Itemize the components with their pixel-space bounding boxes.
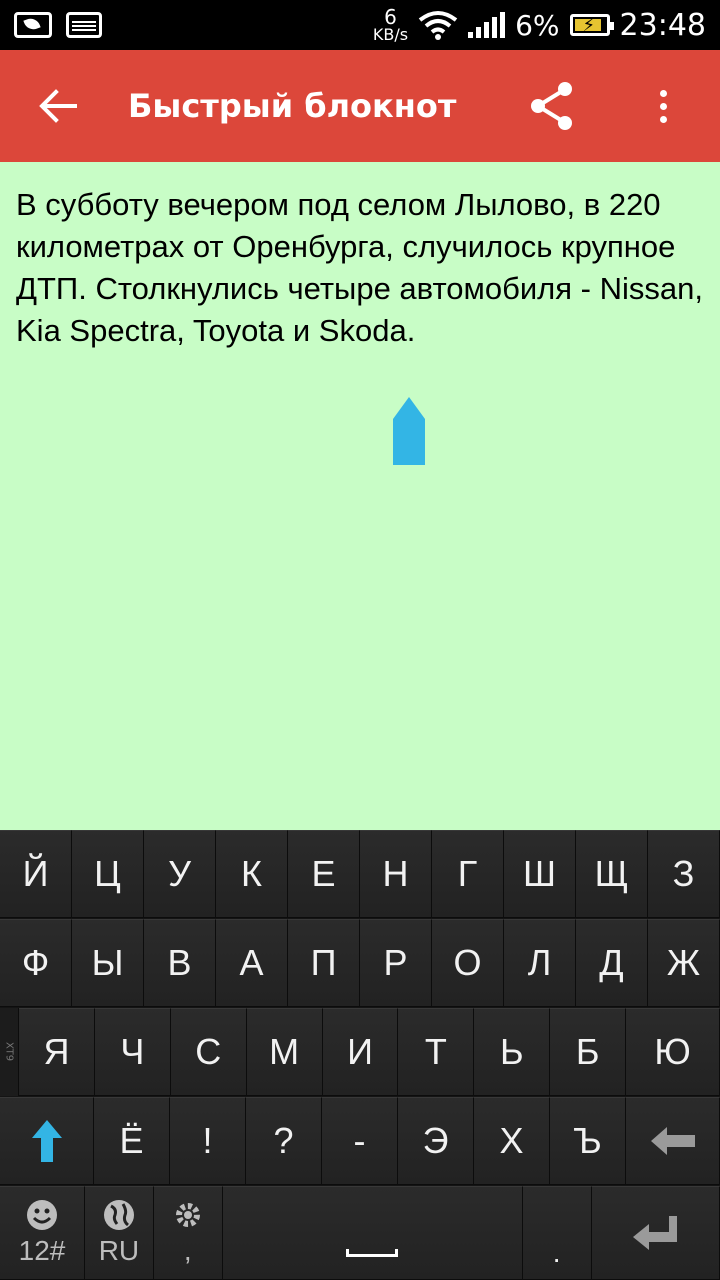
status-bar: 6 KB/s 6% ⚡ 23:48	[0, 0, 720, 50]
key[interactable]: Г	[432, 830, 504, 918]
battery-charging-icon: ⚡	[569, 14, 614, 36]
overflow-menu-button[interactable]	[638, 74, 688, 138]
key[interactable]: П	[288, 919, 360, 1007]
key[interactable]: Ж	[648, 919, 720, 1007]
network-speed-unit: KB/s	[372, 25, 409, 44]
period-key[interactable]: .	[522, 1186, 592, 1280]
clock: 23:48	[619, 7, 706, 43]
backspace-arrow-icon	[650, 1127, 695, 1155]
keyboard-row-1: Й Ц У К Е Н Г Ш Щ З	[0, 830, 720, 918]
key[interactable]: Т	[398, 1008, 475, 1096]
key[interactable]: Я	[19, 1008, 95, 1096]
key[interactable]: Ф	[0, 919, 72, 1007]
key[interactable]: Ё	[94, 1097, 170, 1185]
key[interactable]: Б	[550, 1008, 627, 1096]
key[interactable]: !	[170, 1097, 246, 1185]
note-text-area[interactable]: В субботу вечером под селом Лылово, в 22…	[0, 162, 720, 830]
language-key-label: RU	[98, 1235, 140, 1266]
keyboard-row-5: 12# RU , .	[0, 1186, 720, 1280]
signal-icon	[468, 12, 506, 38]
key[interactable]: Ъ	[550, 1097, 626, 1185]
network-speed-value: 6	[384, 5, 397, 29]
key[interactable]: И	[322, 1008, 399, 1096]
key[interactable]: Ч	[94, 1008, 171, 1096]
key[interactable]: К	[216, 830, 288, 918]
key[interactable]: Е	[288, 830, 360, 918]
numbers-key[interactable]: 12#	[0, 1186, 86, 1280]
key[interactable]: С	[170, 1008, 247, 1096]
back-button[interactable]	[28, 74, 88, 138]
battery-percent: 6%	[515, 8, 560, 42]
key[interactable]: У	[144, 830, 216, 918]
soft-keyboard: Й Ц У К Е Н Г Ш Щ З Ф Ы В А П Р О Л Д Ж …	[0, 830, 720, 1280]
space-icon	[346, 1249, 399, 1257]
comma-label: ,	[183, 1235, 192, 1266]
space-key[interactable]	[222, 1186, 523, 1280]
globe-icon	[103, 1200, 134, 1230]
language-key[interactable]: RU	[85, 1186, 154, 1280]
key[interactable]: А	[216, 919, 288, 1007]
keyboard-row-2: Ф Ы В А П Р О Л Д Ж	[0, 919, 720, 1007]
keyboard-row-3: XT9 Я Ч С М И Т Ь Б Ю	[0, 1008, 720, 1096]
menu-dot-icon	[659, 102, 667, 110]
key[interactable]: Й	[0, 830, 72, 918]
share-icon	[531, 82, 572, 130]
enter-key[interactable]	[591, 1186, 720, 1280]
image-notification-icon	[66, 12, 102, 38]
settings-comma-key[interactable]: ,	[153, 1186, 223, 1280]
key[interactable]: Ь	[474, 1008, 551, 1096]
period-label: .	[552, 1237, 561, 1268]
page-title: Быстрый блокнот	[128, 87, 457, 125]
shift-key[interactable]	[0, 1097, 94, 1185]
key[interactable]: О	[432, 919, 504, 1007]
wifi-icon	[418, 11, 458, 40]
status-right: 6 KB/s 6% ⚡ 23:48	[373, 7, 706, 43]
key[interactable]: Д	[576, 919, 648, 1007]
leaf-notification-icon	[14, 12, 52, 38]
key[interactable]: Х	[474, 1097, 550, 1185]
arrow-left-icon	[39, 89, 77, 123]
text-cursor-handle[interactable]	[393, 397, 425, 465]
app-toolbar: Быстрый блокнот	[0, 50, 720, 162]
key[interactable]: В	[144, 919, 216, 1007]
smiley-icon	[27, 1200, 58, 1230]
key[interactable]: Ц	[72, 830, 144, 918]
shift-arrow-icon	[31, 1120, 62, 1162]
key[interactable]: Р	[360, 919, 432, 1007]
key[interactable]: Л	[504, 919, 576, 1007]
key[interactable]: -	[322, 1097, 398, 1185]
key[interactable]: ?	[246, 1097, 322, 1185]
key[interactable]: Ы	[72, 919, 144, 1007]
key[interactable]: Ю	[626, 1008, 720, 1096]
key[interactable]: Н	[360, 830, 432, 918]
gear-icon	[175, 1203, 200, 1227]
key[interactable]: Ш	[504, 830, 576, 918]
key[interactable]: Щ	[576, 830, 648, 918]
backspace-key[interactable]	[626, 1097, 720, 1185]
menu-dot-icon	[659, 115, 667, 123]
share-button[interactable]	[522, 74, 582, 138]
status-left	[14, 12, 102, 38]
keyboard-row-4: Ё ! ? - Э Х Ъ	[0, 1097, 720, 1185]
network-speed: 6 KB/s	[373, 7, 408, 43]
numbers-key-label: 12#	[18, 1235, 66, 1266]
key[interactable]: М	[246, 1008, 323, 1096]
menu-dot-icon	[659, 89, 667, 97]
xt9-label[interactable]: XT9	[0, 1008, 19, 1096]
enter-arrow-icon	[633, 1216, 678, 1250]
key[interactable]: Э	[398, 1097, 474, 1185]
key[interactable]: З	[648, 830, 720, 918]
